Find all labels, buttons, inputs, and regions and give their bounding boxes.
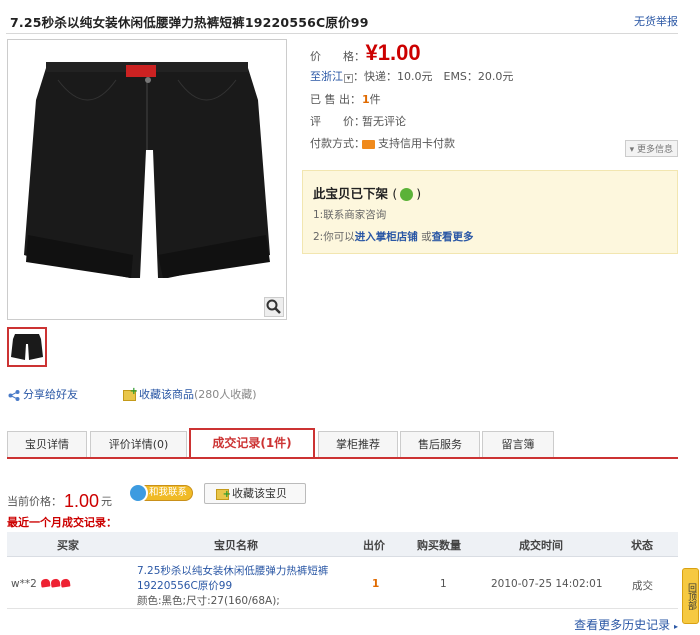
title-divider [6, 33, 678, 34]
sold-unit: 件 [369, 93, 381, 106]
current-price-unit: 元 [101, 495, 113, 508]
buyer-cell: w**2 [11, 578, 71, 590]
buyer-name: w**2 [11, 578, 37, 590]
favorite-link[interactable]: 收藏该商品(280人收藏) [123, 386, 257, 402]
shipping-destination[interactable]: 至浙江 [310, 70, 343, 83]
tab-reviews[interactable]: 评价详情(0) [90, 431, 187, 459]
shipping-row: 至浙江 ▾ ：快递：10.0元 EMS：20.0元 [310, 68, 513, 84]
product-image[interactable] [7, 39, 287, 320]
header-quantity: 购买数量 [417, 539, 461, 552]
current-price: 当前价格： 1.00 元 [7, 489, 113, 511]
tab-after-sales[interactable]: 售后服务 [400, 431, 480, 459]
header-buyer: 买家 [57, 539, 79, 552]
item-spec: 颜色:黑色;尺寸:27(160/68A); [137, 595, 280, 607]
sold-label: 已 售 出： [310, 93, 361, 106]
line2-prefix: 2:你可以 [313, 231, 355, 243]
tab-item-details[interactable]: 宝贝详情 [7, 431, 87, 459]
favorite-count: (280人收藏) [194, 388, 257, 401]
item-name-line2[interactable]: 19220556C原价99 [137, 578, 232, 593]
off-shelf-heading: 此宝贝已下架 () [313, 186, 422, 201]
rating-value: 暂无评论 [362, 115, 406, 128]
tab-transactions[interactable]: 成交记录(1件) [189, 428, 315, 459]
arrow-right-icon: ▸ [673, 622, 678, 631]
contact-label: 和我联系 [149, 487, 188, 498]
history-label: 查看更多历史记录 [574, 618, 671, 632]
product-title: 7.25秒杀以纯女装休闲低腰弹力热裤短裤19220556C原价99 [10, 15, 369, 30]
product-thumbnail[interactable] [7, 327, 47, 367]
off-shelf-line1: 1:联系商家咨询 [313, 209, 387, 221]
header-status: 状态 [631, 539, 653, 552]
thumbnail-image [11, 334, 43, 360]
more-info-button[interactable]: ▾ 更多信息 [624, 140, 678, 157]
shorts-image [24, 62, 270, 278]
item-name-line1[interactable]: 7.25秒杀以纯女装休闲低腰弹力热裤短裤 [137, 563, 328, 578]
shipping-fees: ：快递：10.0元 EMS：20.0元 [353, 70, 514, 83]
magnifier-icon [266, 299, 281, 314]
share-label: 分享给好友 [23, 388, 78, 401]
heart-icon [40, 578, 51, 588]
favorite-item-button[interactable]: 收藏该宝贝 [204, 483, 306, 504]
off-shelf-heading-text: 此宝贝已下架 [313, 186, 389, 201]
favorite-item-label: 收藏该宝贝 [232, 487, 287, 500]
more-info-icon: ▾ [629, 145, 635, 155]
heart-icon [50, 578, 61, 588]
more-info-label: 更多信息 [636, 145, 673, 155]
payment-label: 付款方式： [310, 137, 365, 150]
back-to-top-button[interactable]: 回顶部 [682, 568, 699, 624]
line2-mid: 或 [421, 231, 432, 243]
report-link[interactable]: 无货举报 [634, 13, 678, 29]
rating-label: 评 价： [310, 115, 365, 128]
favorite-item-icon [216, 485, 231, 504]
recent-records-label: 最近一个月成交记录： [7, 516, 117, 529]
smile-icon [400, 188, 414, 201]
share-link[interactable]: 分享给好友 [8, 386, 78, 402]
status-cell: 成交 [632, 580, 653, 592]
tab-guestbook[interactable]: 留言簿 [482, 431, 554, 459]
off-shelf-notice: 此宝贝已下架 () 1:联系商家咨询 2:你可以进入掌柜店铺 或查看更多 [302, 170, 678, 254]
zoom-button[interactable] [264, 297, 284, 317]
view-more-link[interactable]: 查看更多 [432, 231, 474, 243]
contact-seller-button[interactable]: 和我联系 [128, 483, 194, 503]
header-item-name: 宝贝名称 [214, 539, 258, 552]
payment-row: 付款方式： 支持信用卡付款 [310, 135, 455, 151]
table-header: 买家 宝贝名称 出价 购买数量 成交时间 状态 [7, 532, 678, 557]
off-shelf-line2: 2:你可以进入掌柜店铺 或查看更多 [313, 229, 474, 244]
current-price-label: 当前价格： [7, 495, 62, 508]
quantity-cell: 1 [440, 578, 447, 590]
tab-seller-picks[interactable]: 掌柜推荐 [318, 431, 398, 459]
heart-icon [60, 578, 71, 588]
price-value: ¥1.00 [365, 40, 421, 65]
price-label: 价 格： [310, 50, 365, 63]
price-row: 价 格： ¥1.00 [310, 40, 421, 66]
history-link[interactable]: 查看更多历史记录 ▸ [574, 616, 678, 633]
credit-card-icon [362, 139, 375, 149]
row-divider [7, 608, 678, 609]
current-price-value: 1.00 [64, 491, 100, 511]
payment-value: 支持信用卡付款 [378, 137, 455, 150]
enter-shop-link[interactable]: 进入掌柜店铺 [355, 231, 418, 243]
favorite-label: 收藏该商品 [139, 388, 194, 401]
tab-underline [7, 457, 678, 459]
bid-cell: 1 [372, 578, 380, 590]
favorite-icon [123, 386, 138, 401]
share-icon [8, 389, 20, 401]
sold-count: 1 [362, 93, 370, 106]
sold-row: 已 售 出：1件 [310, 91, 381, 107]
header-bid: 出价 [363, 539, 385, 552]
shipping-dropdown-icon[interactable]: ▾ [344, 74, 353, 83]
header-time: 成交时间 [519, 539, 563, 552]
rating-row: 评 价：暂无评论 [310, 113, 406, 129]
time-cell: 2010-07-25 14:02:01 [491, 578, 603, 590]
wangwang-icon [128, 483, 148, 503]
